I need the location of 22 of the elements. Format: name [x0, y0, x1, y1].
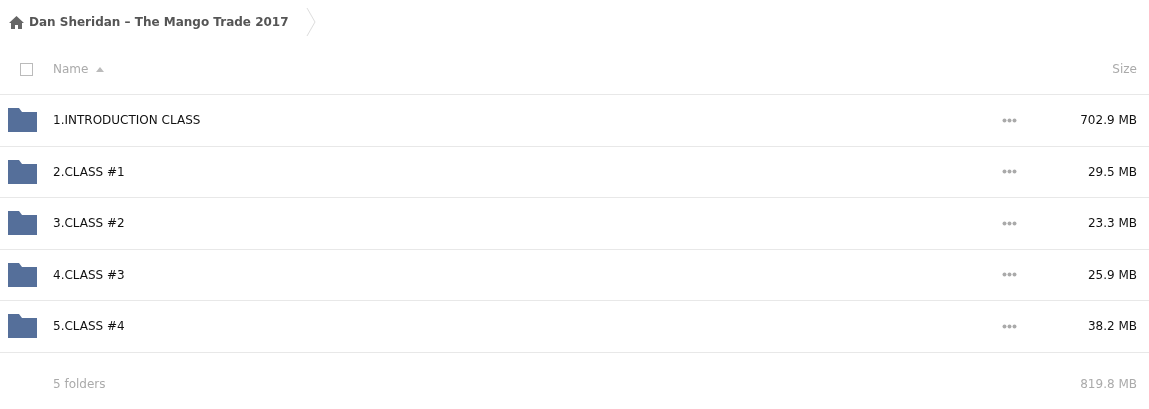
item-name[interactable]: 1.INTRODUCTION CLASS — [53, 113, 201, 128]
more-options-icon[interactable] — [1001, 169, 1017, 175]
item-name[interactable]: 4.CLASS #3 — [53, 267, 125, 282]
item-size: 23.3 MB — [1087, 216, 1137, 231]
item-name[interactable]: 2.CLASS #1 — [53, 164, 125, 179]
item-size: 29.5 MB — [1087, 164, 1137, 179]
item-name[interactable]: 5.CLASS #4 — [53, 319, 125, 334]
breadcrumb-separator-icon — [305, 7, 316, 37]
item-size: 38.2 MB — [1087, 319, 1137, 334]
more-options-icon[interactable] — [1001, 117, 1017, 123]
item-size: 25.9 MB — [1087, 267, 1137, 282]
total-size: 819.8 MB — [1080, 376, 1137, 391]
more-options-icon[interactable] — [1001, 220, 1017, 226]
home-icon[interactable] — [9, 15, 24, 29]
breadcrumb-title[interactable]: Dan Sheridan – The Mango Trade 2017 — [29, 15, 289, 29]
more-options-icon[interactable] — [1001, 323, 1017, 329]
folder-count: 5 folders — [53, 376, 106, 391]
sort-ascending-icon[interactable] — [96, 66, 105, 72]
more-options-icon[interactable] — [1001, 272, 1017, 278]
select-all-checkbox[interactable] — [20, 62, 33, 76]
item-name[interactable]: 3.CLASS #2 — [53, 216, 125, 231]
item-size: 702.9 MB — [1080, 113, 1137, 128]
